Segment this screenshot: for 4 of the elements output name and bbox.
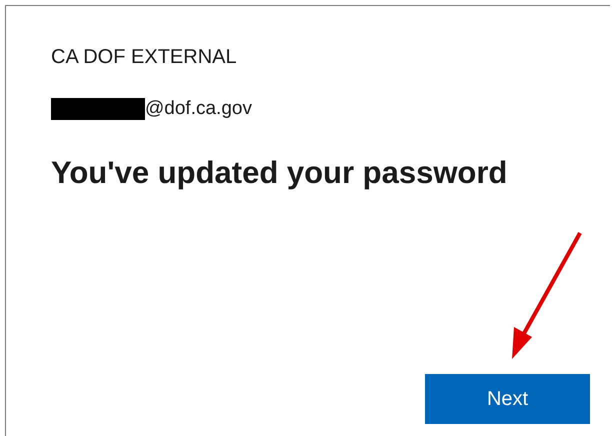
account-email: @dof.ca.gov	[145, 98, 252, 120]
next-button[interactable]: Next	[425, 374, 590, 424]
brand-title: CA DOF EXTERNAL	[51, 46, 237, 69]
page-heading: You've updated your password	[51, 155, 508, 191]
